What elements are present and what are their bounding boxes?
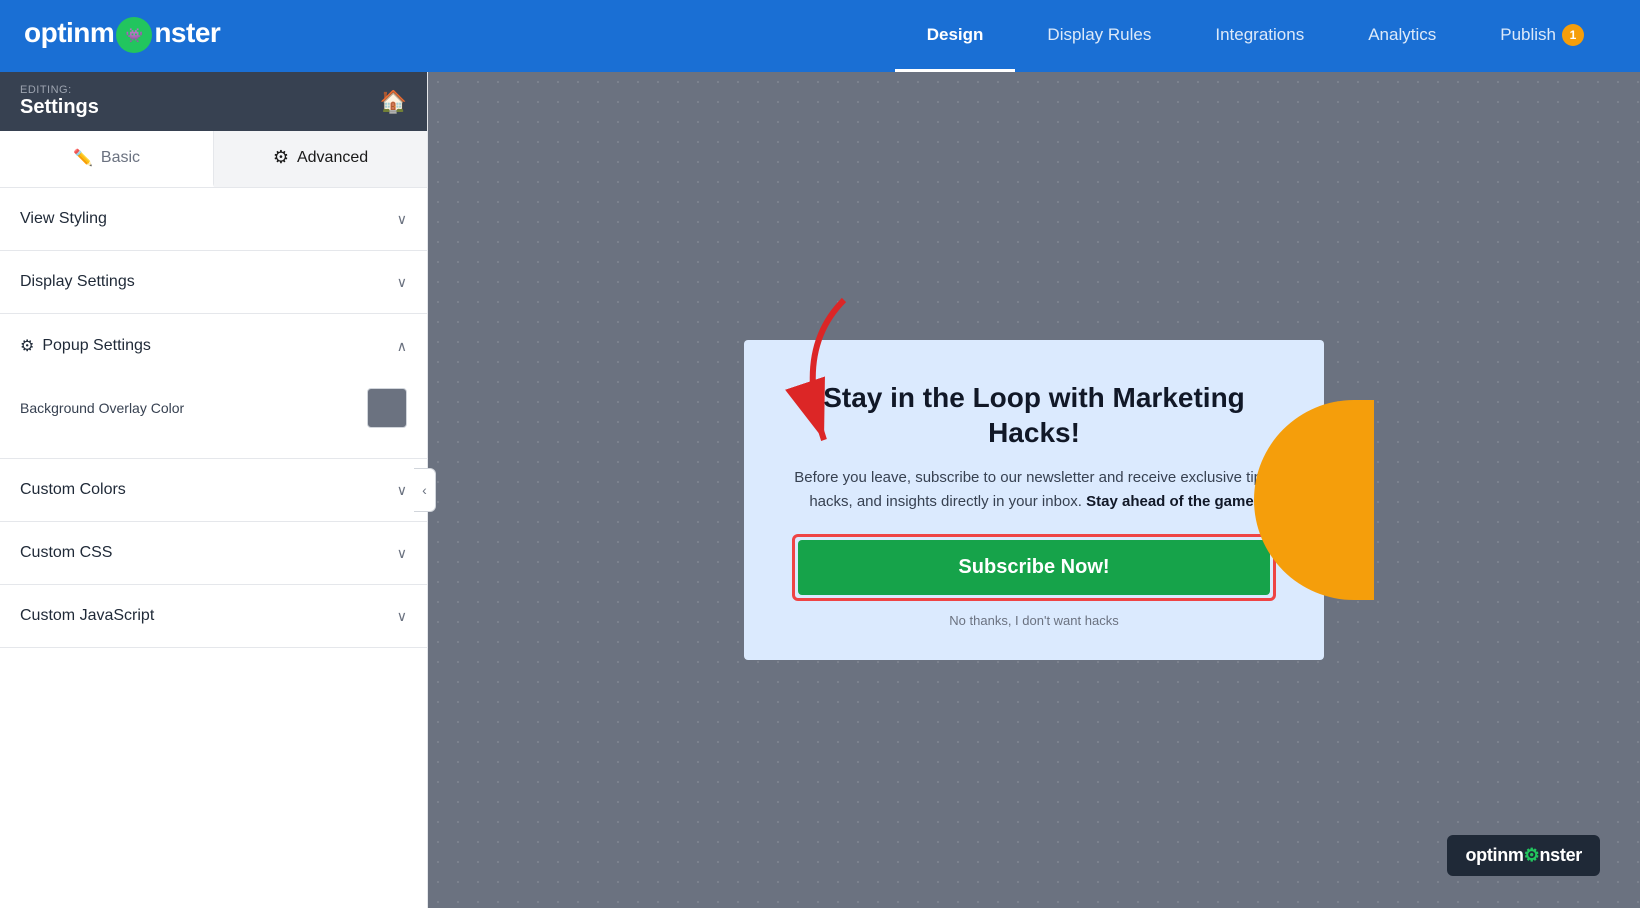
editing-title: Settings [20, 96, 99, 118]
home-icon[interactable]: 🏠 [380, 89, 407, 115]
nav-tab-integrations[interactable]: Integrations [1183, 0, 1336, 72]
chevron-down-icon-5: ∨ [397, 608, 407, 625]
accordion-custom-js: Custom JavaScript ∨ [0, 585, 427, 648]
popup-wrapper: Stay in the Loop with Marketing Hacks! B… [744, 380, 1324, 660]
main-area: EDITING: Settings 🏠 ✏️ Basic ⚙ Advanced … [0, 72, 1640, 908]
accordion-custom-css-header[interactable]: Custom CSS ∨ [0, 522, 427, 584]
nav-tab-analytics[interactable]: Analytics [1336, 0, 1468, 72]
publish-badge: 1 [1562, 24, 1584, 46]
accordion-view-styling-header[interactable]: View Styling ∨ [0, 188, 427, 250]
nav-tab-design[interactable]: Design [895, 0, 1016, 72]
accordion-popup-settings: ⚙ Popup Settings ∧ Background Overlay Co… [0, 314, 427, 459]
accordion-display-settings: Display Settings ∨ [0, 251, 427, 314]
pencil-icon: ✏️ [73, 148, 93, 168]
tab-basic[interactable]: ✏️ Basic [0, 131, 214, 187]
popup-body-bold: Stay ahead of the game! [1086, 493, 1259, 510]
chevron-down-icon-4: ∨ [397, 545, 407, 562]
om-branding: optinm⚙nster [1447, 835, 1600, 876]
accordion-list: View Styling ∨ Display Settings ∨ ⚙ Popu… [0, 188, 427, 908]
accordion-custom-css: Custom CSS ∨ [0, 522, 427, 585]
accordion-popup-settings-header[interactable]: ⚙ Popup Settings ∧ [0, 314, 427, 378]
brand-monster-icon: ⚙ [1524, 845, 1540, 865]
nav-tab-publish[interactable]: Publish 1 [1468, 0, 1616, 72]
chevron-up-icon: ∧ [397, 338, 407, 355]
sliders-icon-2: ⚙ [20, 336, 34, 356]
nav-tabs: Design Display Rules Integrations Analyt… [895, 0, 1616, 72]
logo-monster-icon: 👾 [116, 17, 152, 53]
background-overlay-row: Background Overlay Color [20, 378, 407, 438]
accordion-custom-js-header[interactable]: Custom JavaScript ∨ [0, 585, 427, 647]
accordion-custom-colors: Custom Colors ∨ [0, 459, 427, 522]
background-overlay-color-swatch[interactable] [367, 388, 407, 428]
chevron-down-icon-3: ∨ [397, 482, 407, 499]
accordion-display-settings-header[interactable]: Display Settings ∨ [0, 251, 427, 313]
top-nav: optinm👾nster Design Display Rules Integr… [0, 0, 1640, 72]
chevron-down-icon: ∨ [397, 211, 407, 228]
background-overlay-label: Background Overlay Color [20, 400, 184, 416]
accordion-custom-colors-header[interactable]: Custom Colors ∨ [0, 459, 427, 521]
sliders-icon: ⚙ [273, 147, 289, 168]
editing-label: EDITING: [20, 84, 99, 96]
subscribe-button-wrapper: Subscribe Now! [792, 534, 1276, 601]
no-thanks-link[interactable]: No thanks, I don't want hacks [792, 613, 1276, 628]
chevron-down-icon-2: ∨ [397, 274, 407, 291]
subscribe-now-button[interactable]: Subscribe Now! [798, 540, 1270, 595]
editing-bar: EDITING: Settings 🏠 [0, 72, 427, 131]
popup-body: Before you leave, subscribe to our newsl… [792, 466, 1276, 514]
preview-area: Stay in the Loop with Marketing Hacks! B… [428, 72, 1640, 908]
nav-tab-display-rules[interactable]: Display Rules [1015, 0, 1183, 72]
arrow-icon [764, 290, 884, 450]
tab-switcher: ✏️ Basic ⚙ Advanced [0, 131, 427, 188]
tab-advanced[interactable]: ⚙ Advanced [214, 131, 427, 187]
sidebar-collapse-button[interactable]: ‹ [414, 468, 436, 512]
logo: optinm👾nster [24, 17, 220, 56]
logo-text: optinm👾nster [24, 17, 220, 56]
accordion-view-styling: View Styling ∨ [0, 188, 427, 251]
accordion-popup-settings-body: Background Overlay Color [0, 378, 427, 458]
sidebar: EDITING: Settings 🏠 ✏️ Basic ⚙ Advanced … [0, 72, 428, 908]
